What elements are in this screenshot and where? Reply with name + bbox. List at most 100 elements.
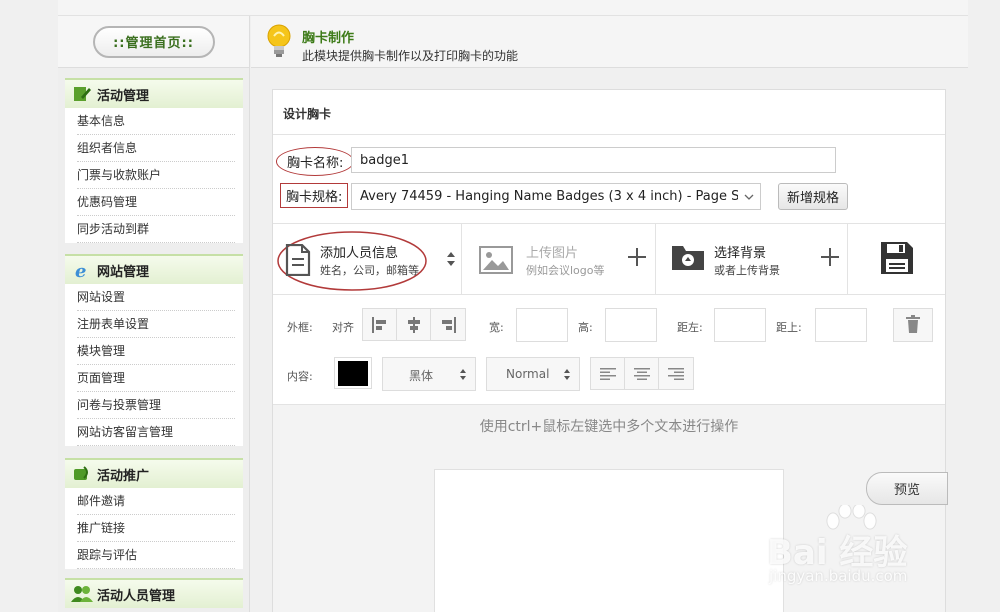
- plus-icon: [821, 248, 839, 269]
- badge-spec-select[interactable]: Avery 74459 - Hanging Name Badges (3 x 4…: [351, 183, 761, 210]
- tool-title: 添加人员信息: [320, 246, 399, 261]
- text-align-right-icon[interactable]: [659, 358, 693, 389]
- badge-name-label: 胸卡名称:: [276, 147, 355, 176]
- font-weight-select[interactable]: Normal: [486, 357, 580, 391]
- sidebar-item-tracking[interactable]: 跟踪与评估: [77, 542, 235, 569]
- tool-subtitle: 姓名，公司，邮箱等: [320, 264, 419, 277]
- divider: [273, 294, 945, 295]
- new-spec-button[interactable]: 新增规格: [778, 183, 848, 210]
- section-title: 活动推广: [97, 468, 150, 484]
- top-offset-input[interactable]: [815, 308, 867, 342]
- font-family-value: 黑体: [409, 369, 434, 383]
- broadcast-icon: [71, 464, 93, 484]
- sidebar-item-basic-info[interactable]: 基本信息: [77, 108, 235, 135]
- tool-title: 选择背景: [714, 246, 767, 261]
- section-activity-management: 活动管理 基本信息 组织者信息 门票与收款账户 优惠码管理 同步活动到群: [65, 78, 243, 243]
- save-tool[interactable]: [848, 224, 945, 294]
- align-button-group: [362, 308, 466, 341]
- width-label: 宽:: [489, 321, 504, 334]
- section-head[interactable]: e 网站管理: [65, 254, 243, 284]
- top-offset-label: 距上:: [776, 321, 802, 334]
- height-input[interactable]: [605, 308, 657, 342]
- content-label: 内容:: [287, 370, 313, 383]
- sidebar-item-email-invite[interactable]: 邮件邀请: [77, 488, 235, 515]
- section-title: 网站管理: [97, 264, 150, 280]
- font-family-select[interactable]: 黑体: [382, 357, 476, 391]
- text-color-picker[interactable]: [334, 357, 372, 389]
- font-weight-value: Normal: [506, 367, 550, 381]
- chevron-down-icon: [738, 184, 760, 209]
- globe-e-icon: e: [71, 260, 93, 280]
- section-head[interactable]: 活动人员管理: [65, 578, 243, 608]
- color-swatch: [338, 360, 368, 386]
- sidebar-item-registration-form[interactable]: 注册表单设置: [77, 311, 235, 338]
- module-header: 胸卡制作 此模块提供胸卡制作以及打印胸卡的功能: [251, 16, 968, 68]
- save-icon: [880, 241, 914, 278]
- choose-background-tool[interactable]: 选择背景 或者上传背景: [656, 224, 847, 294]
- module-title: 胸卡制作: [302, 31, 355, 46]
- section-head[interactable]: 活动推广: [65, 458, 243, 488]
- tool-title: 上传图片: [526, 246, 579, 261]
- width-input[interactable]: [516, 308, 568, 342]
- align-right-icon[interactable]: [431, 309, 465, 340]
- multi-select-hint: 使用ctrl+鼠标左键选中多个文本进行操作: [479, 419, 739, 435]
- tool-subtitle: 或者上传背景: [714, 264, 780, 277]
- badge-canvas[interactable]: [434, 469, 784, 612]
- folder-upload-icon: [671, 243, 705, 274]
- sidebar-item-page-management[interactable]: 页面管理: [77, 365, 235, 392]
- home-wrap: ::管理首页::: [58, 16, 249, 68]
- section-website-management: e 网站管理 网站设置 注册表单设置 模块管理 页面管理 问卷与投票管理 网站访…: [65, 254, 243, 446]
- plus-icon: [628, 248, 646, 269]
- sidebar-item-organizer-info[interactable]: 组织者信息: [77, 135, 235, 162]
- text-align-left-icon[interactable]: [591, 358, 625, 389]
- up-down-arrows-icon: [460, 368, 466, 384]
- top-strip: [58, 0, 968, 16]
- baidu-watermark: Bai 经验 jingyan.baidu.com: [765, 505, 945, 595]
- trash-icon: [905, 314, 921, 336]
- module-subtitle: 此模块提供胸卡制作以及打印胸卡的功能: [302, 49, 519, 63]
- badge-spec-label: 胸卡规格:: [280, 183, 349, 208]
- upload-image-tool[interactable]: 上传图片 例如会议logo等: [462, 224, 655, 294]
- document-icon: [285, 243, 311, 279]
- left-offset-label: 距左:: [677, 321, 703, 334]
- badge-name-input[interactable]: [351, 147, 836, 173]
- sidebar-item-survey-voting[interactable]: 问卷与投票管理: [77, 392, 235, 419]
- sidebar-item-coupon-codes[interactable]: 优惠码管理: [77, 189, 235, 216]
- section-title: 活动人员管理: [97, 588, 176, 604]
- tool-subtitle: 例如会议logo等: [526, 264, 605, 277]
- section-head[interactable]: 活动管理: [65, 78, 243, 108]
- svg-text:e: e: [75, 261, 86, 280]
- pencil-icon: [71, 84, 93, 104]
- border-label: 外框:: [287, 321, 313, 334]
- section-title: 活动管理: [97, 88, 150, 104]
- panel-title: 设计胸卡: [283, 107, 332, 121]
- image-icon: [479, 246, 513, 277]
- sidebar-item-sync-group[interactable]: 同步活动到群: [77, 216, 235, 243]
- badge-spec-value: Avery 74459 - Hanging Name Badges (3 x 4…: [360, 189, 761, 204]
- sidebar-item-visitor-messages[interactable]: 网站访客留言管理: [77, 419, 235, 446]
- admin-home-button[interactable]: ::管理首页::: [92, 25, 215, 58]
- align-center-icon[interactable]: [397, 309, 431, 340]
- sidebar-item-promo-link[interactable]: 推广链接: [77, 515, 235, 542]
- section-attendee-management: 活动人员管理: [65, 578, 243, 608]
- watermark-url: jingyan.baidu.com: [769, 567, 908, 585]
- text-align-button-group: [590, 357, 694, 390]
- text-align-center-icon[interactable]: [625, 358, 659, 389]
- preview-button[interactable]: 预览: [866, 472, 948, 505]
- align-left-icon[interactable]: [363, 309, 397, 340]
- delete-button[interactable]: [893, 308, 933, 342]
- divider: [273, 134, 945, 135]
- up-down-arrows-icon: [564, 368, 570, 384]
- align-label: 对齐: [332, 321, 354, 334]
- sidebar-item-tickets-accounts[interactable]: 门票与收款账户: [77, 162, 235, 189]
- height-label: 高:: [578, 321, 593, 334]
- sidebar-item-module-management[interactable]: 模块管理: [77, 338, 235, 365]
- lightbulb-icon: [265, 24, 293, 63]
- sidebar-item-site-settings[interactable]: 网站设置: [77, 284, 235, 311]
- up-down-arrows-icon: [447, 251, 455, 270]
- section-promotion: 活动推广 邮件邀请 推广链接 跟踪与评估: [65, 458, 243, 569]
- sidebar: ::管理首页:: 活动管理 基本信息 组织者信息 门票与收款账户 优惠码管理 同…: [58, 16, 250, 612]
- left-offset-input[interactable]: [714, 308, 766, 342]
- add-person-info-tool[interactable]: 添加人员信息 姓名，公司，邮箱等: [273, 224, 461, 294]
- people-icon: [71, 584, 93, 604]
